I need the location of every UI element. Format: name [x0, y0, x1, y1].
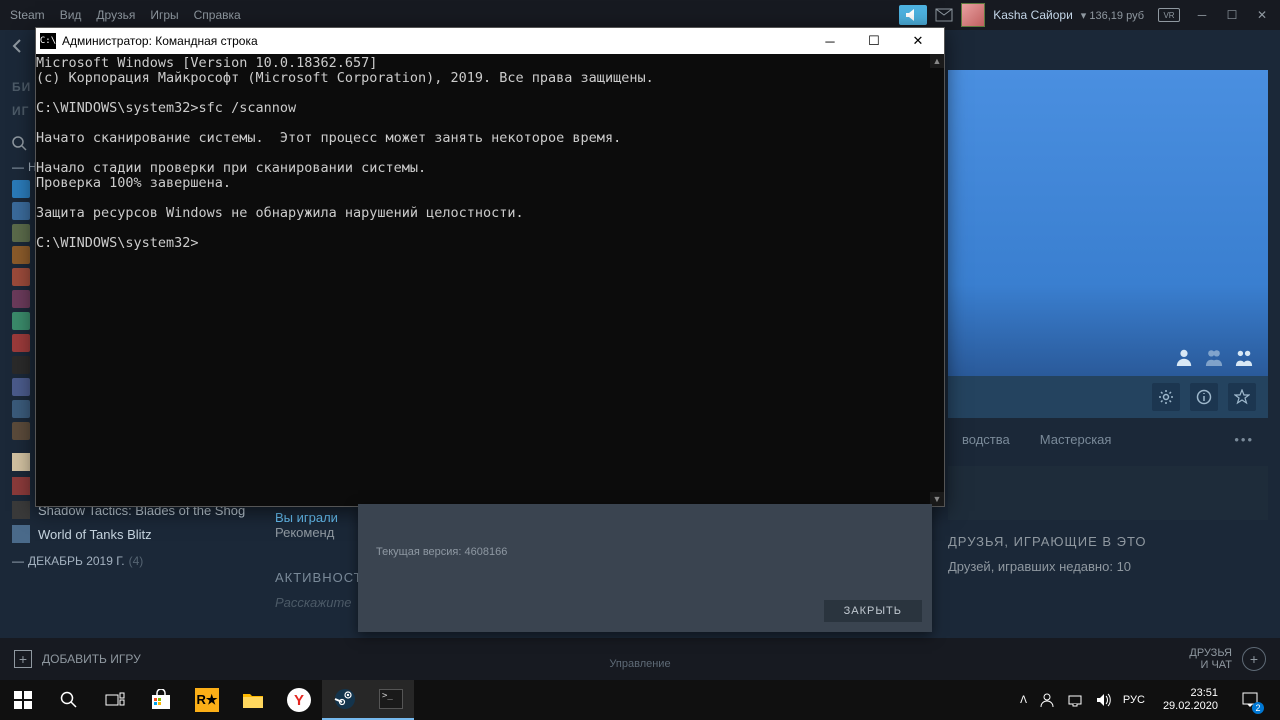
menu-help[interactable]: Справка [194, 8, 241, 22]
game-icon[interactable] [12, 378, 30, 396]
add-friend-icon[interactable]: + [1242, 647, 1266, 671]
cmd-window: C:\ Администратор: Командная строка ─ ☐ … [35, 27, 945, 507]
steam-nav [0, 30, 38, 66]
steam-close[interactable]: ✕ [1254, 7, 1270, 23]
rockstar-app[interactable]: R★ [184, 680, 230, 720]
plus-icon[interactable]: + [14, 650, 32, 668]
people-icon [1204, 348, 1224, 366]
downloads-manage[interactable]: Управление [609, 648, 670, 671]
scroll-down-icon[interactable]: ▼ [930, 492, 944, 506]
yandex-app[interactable]: Y [276, 680, 322, 720]
version-popup: Текущая версия: 4608166 ЗАКРЫТЬ [358, 504, 932, 632]
version-text: Текущая версия: 4608166 [376, 546, 914, 558]
menu-games[interactable]: Игры [150, 8, 178, 22]
friends-recent[interactable]: Друзей, игравших недавно: 10 [948, 555, 1268, 578]
add-game-button[interactable]: ДОБАВИТЬ ИГРУ [42, 652, 141, 666]
game-icon[interactable] [12, 356, 30, 374]
clock[interactable]: 23:51 29.02.2020 [1163, 687, 1218, 713]
game-icon[interactable] [12, 202, 30, 220]
scroll-up-icon[interactable]: ▲ [930, 54, 944, 68]
game-icon[interactable] [12, 334, 30, 352]
people-tray-icon[interactable] [1039, 692, 1055, 708]
windows-taskbar: R★ Y >_ ᐱ РУС 23:51 29.02.2020 2 [0, 680, 1280, 720]
wallet-balance[interactable]: ▾ 136,19 руб [1081, 9, 1144, 22]
cmd-maximize[interactable]: ☐ [852, 28, 896, 54]
announce-button[interactable] [899, 5, 927, 25]
cmd-icon: C:\ [40, 33, 56, 49]
menu-view[interactable]: Вид [60, 8, 82, 22]
language-indicator[interactable]: РУС [1123, 694, 1145, 706]
username[interactable]: Kasha Сайори [993, 8, 1073, 22]
game-hero [948, 70, 1268, 376]
back-icon[interactable] [10, 38, 30, 58]
cmd-scrollbar[interactable]: ▲ ▼ [930, 54, 944, 506]
more-icon[interactable]: ••• [1234, 432, 1254, 447]
steam-minimize[interactable]: ─ [1194, 7, 1210, 23]
star-icon[interactable] [1228, 383, 1256, 411]
list-item[interactable]: World of Tanks Blitz [12, 522, 252, 546]
cmd-close[interactable]: ✕ [896, 28, 940, 54]
steam-maximize[interactable]: ☐ [1224, 7, 1240, 23]
tray-expand-icon[interactable]: ᐱ [1020, 695, 1027, 706]
game-icon[interactable] [12, 224, 30, 242]
steam-app[interactable] [322, 680, 368, 720]
taskview-button[interactable] [92, 680, 138, 720]
cmd-minimize[interactable]: ─ [808, 28, 852, 54]
content-box [948, 466, 1268, 520]
system-tray: ᐱ РУС 23:51 29.02.2020 2 [1010, 680, 1280, 720]
game-icon[interactable] [12, 290, 30, 308]
vr-icon[interactable]: VR [1158, 8, 1180, 22]
start-button[interactable] [0, 680, 46, 720]
store-app[interactable] [138, 680, 184, 720]
tab-guides[interactable]: водства [962, 432, 1010, 447]
cmd-title-text: Администратор: Командная строка [62, 34, 258, 48]
search-button[interactable] [46, 680, 92, 720]
steam-menubar: Steam Вид Друзья Игры Справка Kasha Сайо… [0, 0, 1280, 30]
popup-close-button[interactable]: ЗАКРЫТЬ [824, 600, 922, 622]
info-icon[interactable] [1190, 383, 1218, 411]
game-icon[interactable] [12, 246, 30, 264]
game-icon[interactable] [12, 268, 30, 286]
game-icon[interactable] [12, 180, 30, 198]
hero-toolbar [948, 376, 1268, 418]
avatar[interactable] [961, 3, 985, 27]
group-icon [1234, 348, 1254, 366]
inbox-icon[interactable] [935, 8, 953, 22]
steam-footer: + ДОБАВИТЬ ИГРУ Управление ДРУЗЬЯ И ЧАТ … [0, 638, 1280, 680]
game-icon[interactable] [12, 422, 30, 440]
menu-steam[interactable]: Steam [10, 8, 45, 22]
explorer-app[interactable] [230, 680, 276, 720]
person-icon [1174, 348, 1194, 366]
network-icon[interactable] [1067, 692, 1083, 708]
cmd-output[interactable]: Microsoft Windows [Version 10.0.18362.65… [36, 54, 930, 506]
volume-icon[interactable] [1095, 692, 1111, 708]
action-center-icon[interactable]: 2 [1230, 680, 1270, 720]
friends-section-title: ДРУЗЬЯ, ИГРАЮЩИЕ В ЭТО [948, 534, 1268, 549]
group-december[interactable]: — ДЕКАБРЬ 2019 Г. (4) [12, 554, 252, 568]
cmd-app[interactable]: >_ [368, 680, 414, 720]
game-icon[interactable] [12, 400, 30, 418]
cmd-titlebar[interactable]: C:\ Администратор: Командная строка ─ ☐ … [36, 28, 944, 54]
gear-icon[interactable] [1152, 383, 1180, 411]
menu-friends[interactable]: Друзья [96, 8, 135, 22]
game-icon[interactable] [12, 312, 30, 330]
game-detail-panel: водства Мастерская ••• ДРУЗЬЯ, ИГРАЮЩИЕ … [948, 70, 1268, 578]
tab-workshop[interactable]: Мастерская [1040, 432, 1112, 447]
detail-tabs: водства Мастерская ••• [948, 418, 1268, 460]
